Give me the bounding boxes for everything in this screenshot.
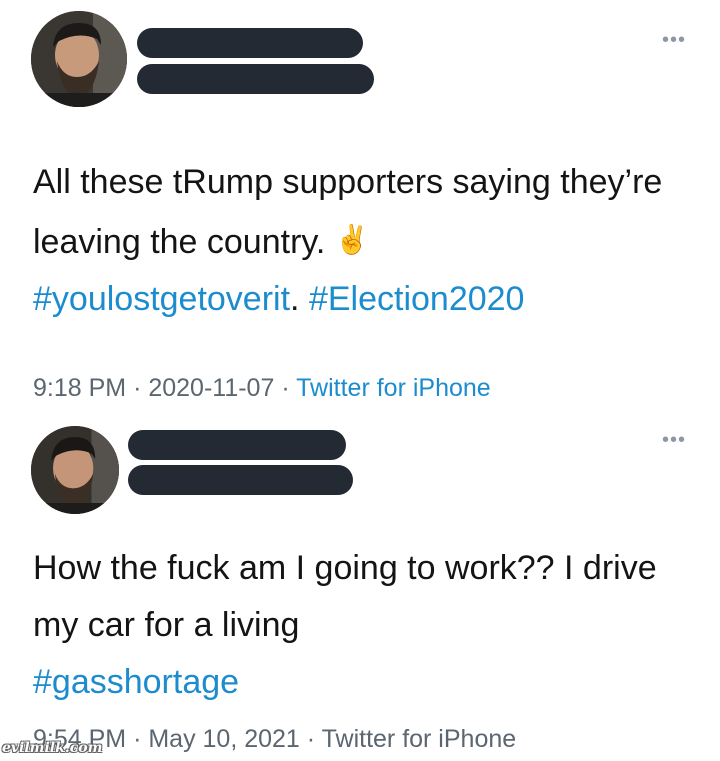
- meta-dot: ·: [306, 725, 316, 753]
- tweet-time: 9:54 PM: [33, 725, 127, 753]
- hashtag-youlostgetoverit[interactable]: #youlostgetoverit: [33, 280, 290, 318]
- tweet-date[interactable]: 2020-11-07: [148, 374, 274, 402]
- tweet-time: 9:18 PM: [33, 374, 127, 402]
- redacted-display-name: [137, 28, 363, 58]
- profile-photo-icon: [31, 11, 127, 107]
- more-options-icon[interactable]: •••: [662, 430, 686, 450]
- victory-hand-emoji: ✌️: [334, 224, 370, 255]
- avatar[interactable]: [31, 11, 127, 107]
- tweet-1: ••• All these tRump supporters saying th…: [0, 0, 720, 412]
- tweet-text: How the fuck am I going to work?? I driv…: [33, 540, 693, 711]
- tweet-body: How the fuck am I going to work?? I driv…: [33, 549, 657, 644]
- redacted-display-name: [128, 430, 346, 460]
- tweet-text: All these tRump supporters saying they’r…: [33, 154, 693, 328]
- more-options-icon[interactable]: •••: [662, 30, 686, 50]
- tweet-source-link[interactable]: Twitter for iPhone: [296, 374, 491, 402]
- redacted-username: [128, 465, 353, 495]
- hashtag-election2020[interactable]: #Election2020: [309, 280, 525, 318]
- tweet-meta: 9:54 PM · May 10, 2021 · Twitter for iPh…: [33, 725, 516, 754]
- hashtag-separator: .: [290, 280, 300, 318]
- tweet-meta: 9:18 PM · 2020-11-07 · Twitter for iPhon…: [33, 374, 491, 403]
- tweet-date[interactable]: May 10, 2021: [148, 725, 300, 753]
- tweet-source-link[interactable]: Twitter for iPhone: [322, 725, 517, 753]
- tweet-2: ••• How the fuck am I going to work?? I …: [0, 412, 720, 761]
- avatar[interactable]: [31, 426, 119, 514]
- hashtag-gasshortage[interactable]: #gasshortage: [33, 663, 239, 701]
- redacted-username: [137, 64, 374, 94]
- meta-dot: ·: [133, 374, 142, 402]
- profile-photo-icon: [31, 426, 119, 514]
- meta-dot: ·: [281, 374, 290, 402]
- meta-dot: ·: [133, 725, 142, 753]
